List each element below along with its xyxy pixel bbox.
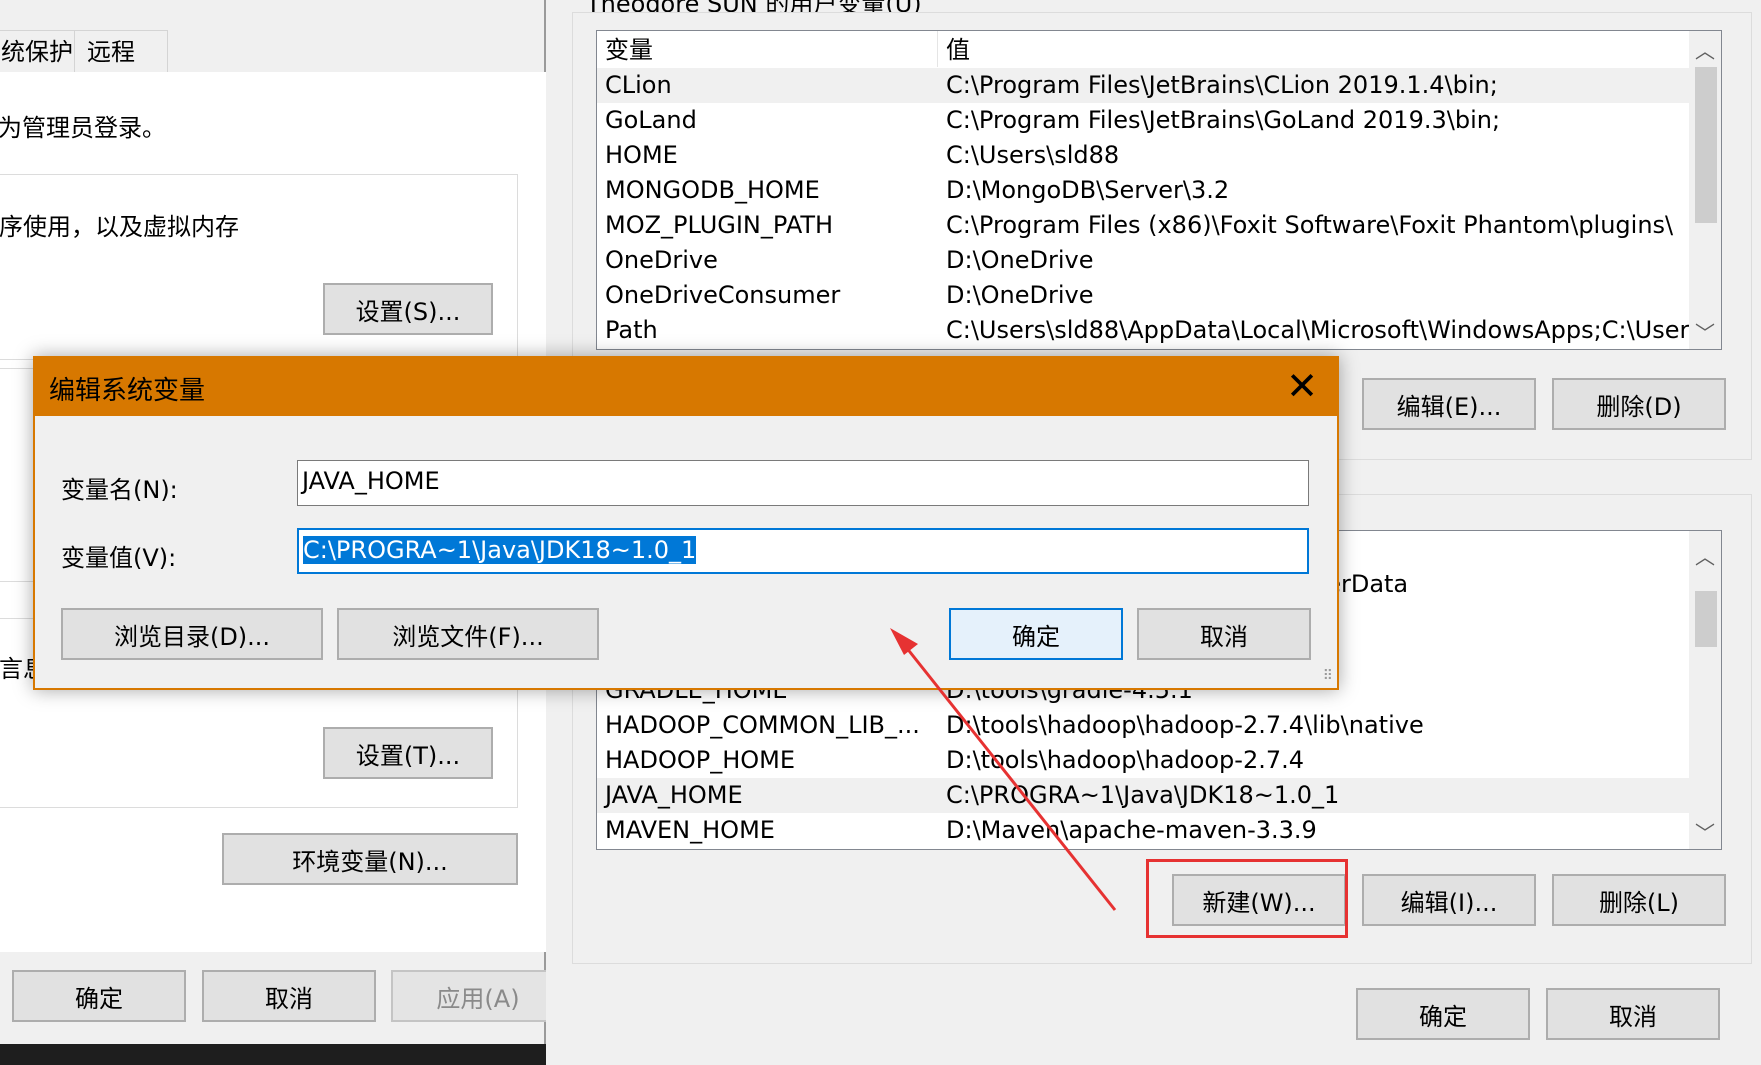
row-name: Path [605,316,658,344]
browse-file-button[interactable]: 浏览文件(F)... [337,608,599,660]
row-value: C:\Program Files\JetBrains\GoLand 2019.3… [946,106,1501,134]
row-value: D:\MongoDB\Server\3.2 [946,176,1230,204]
variable-name-label: 变量名(N): [61,476,178,504]
table-row[interactable]: OneDriveConsumer D:\OneDrive [597,278,1691,313]
dialog-ok-button[interactable]: 确定 [949,608,1123,660]
row-value: D:\tools\hadoop\hadoop-2.7.4\lib\native [946,711,1424,739]
row-name: HADOOP_COMMON_LIB_... [605,711,920,739]
scroll-down-icon[interactable]: ﹀ [1689,815,1721,847]
scroll-thumb[interactable] [1695,591,1717,647]
header-variable[interactable]: 变量 [605,33,653,68]
row-name: GoLand [605,106,697,134]
row-name: OneDriveConsumer [605,281,841,309]
scroll-thumb[interactable] [1695,67,1717,223]
tab-remote[interactable]: 远程 [74,30,168,72]
taskbar-strip [0,1044,546,1065]
admin-note: 为管理员登录。 [0,114,166,142]
row-value: C:\Program Files (x86)\Foxit Software\Fo… [946,211,1674,239]
selected-value-text: C:\PROGRA~1\Java\JDK18~1.0_1 [303,536,697,564]
resize-grip-icon[interactable]: ⠿ [1323,668,1333,684]
user-delete-button[interactable]: 删除(D) [1552,378,1726,430]
row-value: C:\Users\sld88 [946,141,1120,169]
row-value: D:\OneDrive [946,281,1094,309]
row-value: C:\Program Files\JetBrains\CLion 2019.1.… [946,71,1498,99]
row-value: C:\PROGRA~1\Java\JDK18~1.0_1 [946,781,1340,809]
row-value: D:\OneDrive [946,246,1094,274]
env-ok-button[interactable]: 确定 [1356,988,1530,1040]
environment-variables-button[interactable]: 环境变量(N)... [222,833,518,885]
table-row-selected[interactable]: JAVA_HOME C:\PROGRA~1\Java\JDK18~1.0_1 [597,778,1691,813]
scroll-up-icon[interactable]: ︿ [1689,33,1721,65]
row-name: HOME [605,141,678,169]
row-name: MONGODB_HOME [605,176,820,204]
header-divider [937,31,938,67]
row-name: OneDrive [605,246,718,274]
table-row[interactable]: Path C:\Users\sld88\AppData\Local\Micros… [597,313,1710,348]
table-row[interactable]: GoLand C:\Program Files\JetBrains\GoLand… [597,103,1691,138]
edit-system-variable-dialog: 编辑系统变量 ✕ 变量名(N): JAVA_HOME 变量值(V): C:\PR… [33,356,1339,690]
user-vars-list[interactable]: 变量 值 CLion C:\Program Files\JetBrains\CL… [596,30,1722,350]
row-name: JAVA_HOME [605,781,743,809]
system-vars-scrollbar[interactable]: ︿ ﹀ [1689,531,1721,849]
row-name: MAVEN_HOME [605,816,775,844]
variable-value-input[interactable]: C:\PROGRA~1\Java\JDK18~1.0_1 [297,528,1309,574]
highlight-box [1146,859,1348,938]
table-row[interactable]: HADOOP_COMMON_LIB_... D:\tools\hadoop\ha… [597,708,1691,743]
table-row[interactable]: CLion C:\Program Files\JetBrains\CLion 2… [597,68,1691,103]
left-cancel-button[interactable]: 取消 [202,970,376,1022]
table-row[interactable]: OneDrive D:\OneDrive [597,243,1691,278]
performance-settings-button[interactable]: 设置(S)... [323,283,493,335]
env-cancel-button[interactable]: 取消 [1546,988,1720,1040]
dialog-title: 编辑系统变量 [49,376,206,406]
user-vars-scrollbar[interactable]: ︿ ﹀ [1689,31,1721,349]
close-icon[interactable]: ✕ [1279,364,1325,410]
variable-value-label: 变量值(V): [61,544,177,572]
row-name: CLion [605,71,672,99]
table-row[interactable]: MAVEN_HOME D:\Maven\apache-maven-3.3.9 [597,813,1691,848]
scroll-down-icon[interactable]: ﹀ [1689,315,1721,347]
table-row[interactable]: MONGODB_HOME D:\MongoDB\Server\3.2 [597,173,1691,208]
scroll-up-icon[interactable]: ︿ [1689,539,1721,571]
table-row[interactable]: HADOOP_HOME D:\tools\hadoop\hadoop-2.7.4 [597,743,1691,778]
dialog-cancel-button[interactable]: 取消 [1137,608,1311,660]
row-value: D:\Maven\apache-maven-3.3.9 [946,816,1317,844]
tab-strip: 统保护 远程 [0,30,546,72]
dialog-title-bar[interactable]: 编辑系统变量 ✕ [35,358,1337,416]
performance-description: 序使用，以及虚拟内存 [0,213,239,241]
system-delete-button[interactable]: 删除(L) [1552,874,1726,926]
performance-group: 序使用，以及虚拟内存 设置(S)... [0,174,518,360]
apply-button[interactable]: 应用(A) [391,970,565,1022]
user-edit-button[interactable]: 编辑(E)... [1362,378,1536,430]
browse-directory-button[interactable]: 浏览目录(D)... [61,608,323,660]
table-row[interactable]: HOME C:\Users\sld88 [597,138,1691,173]
list-header: 变量 值 [597,33,1691,68]
variable-name-input[interactable]: JAVA_HOME [297,460,1309,506]
table-row[interactable]: MOZ_PLUGIN_PATH C:\Program Files (x86)\F… [597,208,1691,243]
row-name: MOZ_PLUGIN_PATH [605,211,834,239]
row-name: HADOOP_HOME [605,746,796,774]
left-ok-button[interactable]: 确定 [12,970,186,1022]
row-value: D:\tools\hadoop\hadoop-2.7.4 [946,746,1305,774]
system-edit-button[interactable]: 编辑(I)... [1362,874,1536,926]
row-value: C:\Users\sld88\AppData\Local\Microsoft\W… [946,316,1711,344]
header-value[interactable]: 值 [946,33,970,68]
startup-settings-button[interactable]: 设置(T)... [323,727,493,779]
